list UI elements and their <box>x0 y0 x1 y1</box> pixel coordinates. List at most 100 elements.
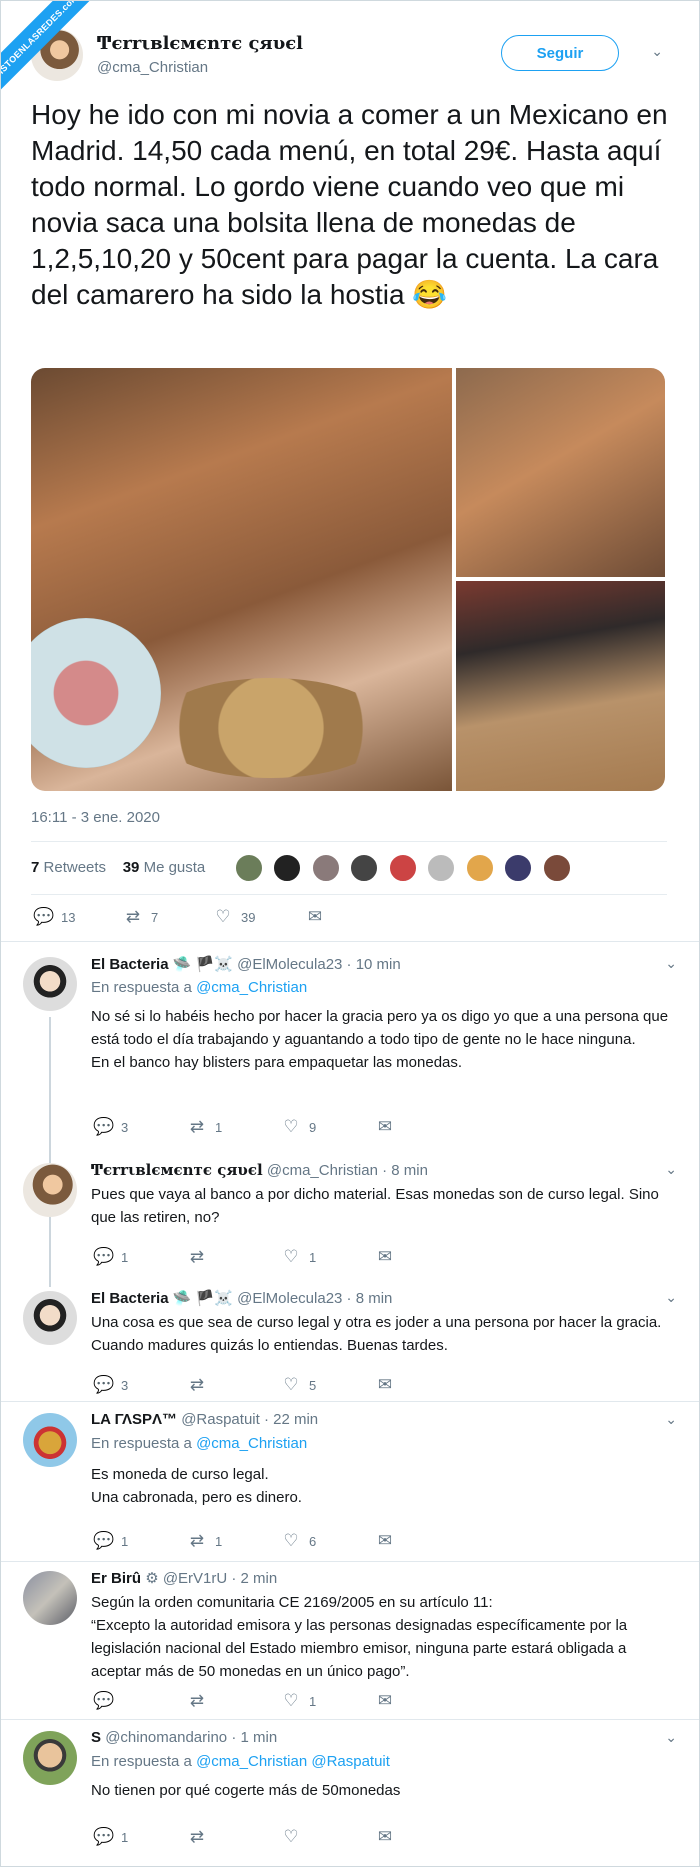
mention-link[interactable]: @cma_Christian @Raspatuit <box>196 1753 390 1770</box>
photo-main[interactable] <box>31 368 452 791</box>
retweet-button[interactable]: ⇄ <box>187 1247 215 1267</box>
reply-icon: 💬 <box>93 1827 115 1846</box>
watermark-ribbon: VISTOENLASREDES.com <box>1 1 99 99</box>
mention-link[interactable]: @cma_Christian <box>196 979 307 996</box>
tweet-text: Hoy he ido con mi novia a comer a un Mex… <box>31 99 668 310</box>
chevron-down-icon[interactable]: ⌄ <box>665 1729 677 1746</box>
retweet-button[interactable]: ⇄ 1 <box>187 1531 222 1551</box>
tweet-timestamp[interactable]: 16:11 - 3 ene. 2020 <box>31 809 160 826</box>
heart-icon: ♡ <box>283 1247 299 1266</box>
avatar[interactable] <box>23 1731 77 1785</box>
reply-button[interactable]: 💬 3 <box>93 1375 128 1395</box>
avatar[interactable] <box>427 854 456 882</box>
user-handle[interactable]: @cma_Christian · 8 min <box>267 1162 428 1179</box>
dm-button[interactable]: ✉ <box>305 907 325 927</box>
dm-button[interactable]: ✉ <box>375 1247 395 1267</box>
reply-tweet[interactable]: El Bacteria 🛸 🏴☠️ @ElMolecula23 · 8 min … <box>1 1287 699 1399</box>
reply-tweet[interactable]: Er Birû ⚙ @ErV1rU · 2 min Según la orden… <box>1 1567 699 1715</box>
display-name[interactable]: Ͳєrrιвlємєnтє ςяυєl <box>97 33 303 54</box>
reply-text: Es moneda de curso legal. Una cabronada,… <box>91 1463 679 1509</box>
user-handle[interactable]: @Raspatuit · 22 min <box>181 1411 318 1428</box>
chevron-down-icon[interactable]: ⌄ <box>665 1161 677 1178</box>
like-button[interactable]: ♡ 39 <box>213 907 255 927</box>
like-count: 1 <box>309 1249 317 1265</box>
retweet-button[interactable]: ⇄ <box>187 1827 215 1847</box>
retweet-count: 7 <box>151 909 159 925</box>
tweet-header: Ͳєrrιвlємєnтє ςяυєl @cma_Christian Segui… <box>31 29 671 89</box>
retweet-button[interactable]: ⇄ 7 <box>123 907 158 927</box>
like-button[interactable]: ♡ 9 <box>281 1117 316 1137</box>
avatar[interactable] <box>23 1163 77 1217</box>
dm-button[interactable]: ✉ <box>375 1691 395 1711</box>
dm-button[interactable]: ✉ <box>375 1375 395 1395</box>
like-button[interactable]: ♡ 6 <box>281 1531 316 1551</box>
reply-tweet[interactable]: LA ΓΛSPΛ™ @Raspatuit · 22 min ⌄ En respu… <box>1 1409 699 1559</box>
chevron-down-icon[interactable]: ⌄ <box>665 1289 677 1306</box>
retweets-label[interactable]: Retweets <box>44 859 107 876</box>
reply-text: Pues que vaya al banco a por dicho mater… <box>91 1186 659 1226</box>
likes-label[interactable]: Me gusta <box>144 859 206 876</box>
avatar[interactable] <box>504 854 533 882</box>
reply-actions: 💬 3 ⇄ 1 ♡ 9 ✉ <box>93 1117 673 1137</box>
avatar[interactable] <box>23 1571 77 1625</box>
mention-link[interactable]: @cma_Christian <box>196 1435 307 1452</box>
display-name[interactable]: Er Birû <box>91 1570 141 1587</box>
reply-button[interactable]: 💬 1 <box>93 1827 128 1847</box>
display-name[interactable]: Ͳєrrιвlємєnтє ςяυєl <box>91 1161 263 1179</box>
retweet-count: 1 <box>215 1533 223 1549</box>
avatar[interactable] <box>235 854 263 882</box>
reply-header: Ͳєrrιвlємєnтє ςяυєl @cma_Christian · 8 m… <box>91 1161 428 1179</box>
reply-actions: 💬 1 ⇄ 1 ♡ 6 ✉ <box>93 1531 673 1551</box>
photo-top-right[interactable] <box>456 368 665 577</box>
avatar[interactable] <box>542 854 571 882</box>
reply-tweet[interactable]: El Bacteria 🛸 🏴☠️ @ElMolecula23 · 10 min… <box>1 951 699 1257</box>
heart-icon: ♡ <box>283 1691 299 1710</box>
dm-button[interactable]: ✉ <box>375 1117 395 1137</box>
avatar[interactable] <box>311 854 340 882</box>
like-button[interactable]: ♡ 1 <box>281 1691 316 1711</box>
reply-text: No sé si lo habéis hecho por hacer la gr… <box>91 1005 679 1074</box>
user-handle[interactable]: @ElMolecula23 · 8 min <box>237 1290 392 1307</box>
reply-button[interactable]: 💬 13 <box>33 907 75 927</box>
user-handle[interactable]: @ElMolecula23 · 10 min <box>237 956 401 973</box>
reply-button[interactable]: 💬 <box>93 1691 121 1711</box>
likes-count[interactable]: 39 <box>123 859 140 876</box>
like-button[interactable]: ♡ 1 <box>281 1247 316 1267</box>
dm-button[interactable]: ✉ <box>375 1531 395 1551</box>
reply-button[interactable]: 💬 1 <box>93 1247 128 1267</box>
avatar[interactable] <box>350 854 379 882</box>
user-handle[interactable]: @chinomandarino · 1 min <box>105 1729 277 1746</box>
reply-button[interactable]: 💬 3 <box>93 1117 128 1137</box>
avatar[interactable] <box>23 957 77 1011</box>
display-name[interactable]: El Bacteria <box>91 1290 169 1307</box>
tweet-media[interactable] <box>31 368 665 791</box>
retweet-button[interactable]: ⇄ <box>187 1375 215 1395</box>
retweet-button[interactable]: ⇄ 1 <box>187 1117 222 1137</box>
user-handle[interactable]: @cma_Christian <box>97 59 208 76</box>
like-button[interactable]: ♡ <box>281 1827 309 1847</box>
avatar[interactable] <box>23 1413 77 1467</box>
retweets-count[interactable]: 7 <box>31 859 39 876</box>
display-name[interactable]: LA ΓΛSPΛ™ <box>91 1411 177 1428</box>
display-name[interactable]: El Bacteria <box>91 956 169 973</box>
reply-tweet[interactable]: S @chinomandarino · 1 min ⌄ En respuesta… <box>1 1727 699 1857</box>
retweet-count: 1 <box>215 1119 223 1135</box>
avatar[interactable] <box>388 854 417 882</box>
heart-icon: ♡ <box>283 1531 299 1550</box>
avatar[interactable] <box>273 854 302 882</box>
reply-count: 3 <box>121 1119 129 1135</box>
avatar[interactable] <box>23 1291 77 1345</box>
photo-bottom-right[interactable] <box>456 581 665 791</box>
dm-button[interactable]: ✉ <box>375 1827 395 1847</box>
chevron-down-icon[interactable]: ⌄ <box>665 955 677 972</box>
display-name[interactable]: S <box>91 1729 101 1746</box>
reply-tweet[interactable]: Ͳєrrιвlємєnтє ςяυєl @cma_Christian · 8 m… <box>1 1159 699 1287</box>
reply-button[interactable]: 💬 1 <box>93 1531 128 1551</box>
retweet-button[interactable]: ⇄ <box>187 1691 215 1711</box>
avatar[interactable] <box>465 854 494 882</box>
user-handle[interactable]: @ErV1rU · 2 min <box>163 1570 277 1587</box>
like-button[interactable]: ♡ 5 <box>281 1375 316 1395</box>
chevron-down-icon[interactable]: ⌄ <box>665 1411 677 1428</box>
follow-button[interactable]: Seguir <box>501 35 619 71</box>
chevron-down-icon[interactable]: ⌄ <box>651 43 663 60</box>
